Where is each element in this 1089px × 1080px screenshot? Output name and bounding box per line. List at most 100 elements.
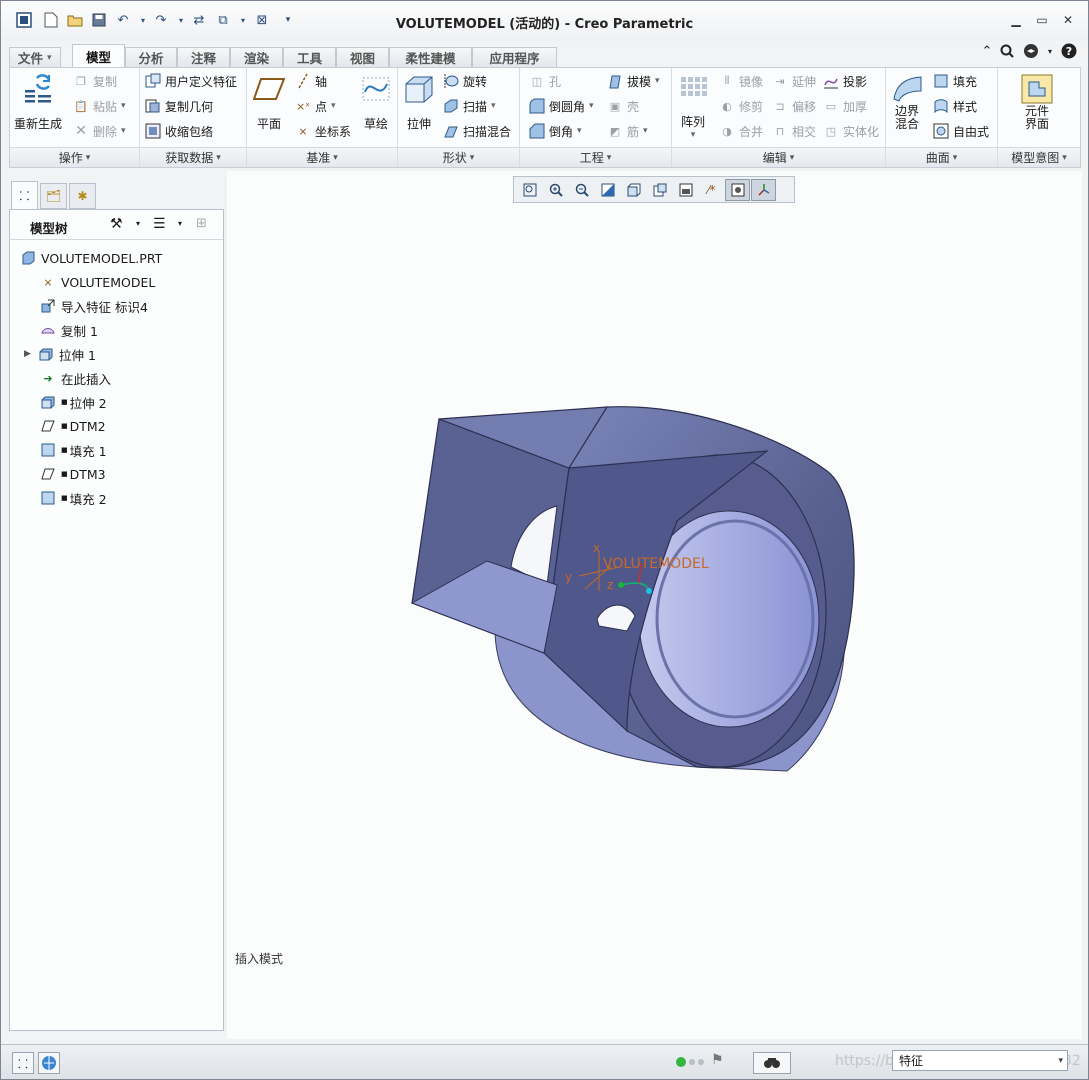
model-intent-group-label[interactable]: 模型意图 [998,147,1080,167]
point-button[interactable]: ×ˣ 点 ▾ [294,96,336,116]
tree-item[interactable]: 导入特征 标识4 [40,295,148,317]
plane-button[interactable]: 平面 [252,73,286,132]
solidify-button[interactable]: ◳ 实体化 [822,121,879,141]
minimize-button[interactable]: ▁ [1006,11,1026,29]
zoom-out-icon[interactable] [569,179,594,201]
datum-display-icon[interactable]: ⁄* [699,179,724,201]
csys-button[interactable]: ⨯ 坐标系 [294,121,351,141]
hole-button[interactable]: ◫ 孔 [528,71,561,91]
surfaces-group-label[interactable]: 曲面 [886,147,997,167]
tab-model[interactable]: 模型 [72,44,125,68]
tree-tools-icon[interactable]: ⚒ [110,216,123,232]
tab-flexible-modeling[interactable]: 柔性建模 [389,47,472,67]
close-button[interactable]: ✕ [1058,11,1078,29]
graphics-window[interactable]: VOLUTEMODEL x y z [227,171,1082,1039]
axis-button[interactable]: 轴 [294,71,327,91]
merge-button[interactable]: ◑ 合并 [718,121,763,141]
intersect-button[interactable]: ⊓ 相交 [771,121,816,141]
offset-button[interactable]: ⊐ 偏移 [771,96,816,116]
find-icon[interactable] [753,1052,791,1074]
rib-button[interactable]: ◩ 筋 ▾ [606,121,648,141]
tree-tools-dropdown-icon[interactable]: ▾ [136,219,140,228]
get-data-group-label[interactable]: 获取数据 [140,147,246,167]
search-icon[interactable] [998,42,1016,60]
show-navigator-icon[interactable]: ⸬ [12,1052,34,1074]
tree-item[interactable]: 复制 1 [40,319,98,341]
delete-button[interactable]: ✕ 删除 ▾ [72,121,125,141]
tab-render[interactable]: 渲染 [230,47,283,67]
tree-item[interactable]: ■ 填充 2 [40,487,107,509]
extend-button[interactable]: ⇥ 延伸 [771,71,816,91]
display-style-icon[interactable] [621,179,646,201]
learning-connector-icon[interactable] [1022,42,1040,60]
tab-analysis[interactable]: 分析 [125,47,177,67]
tree-item[interactable]: VOLUTEMODEL.PRT [20,247,162,269]
tree-item[interactable]: ▶ 拉伸 1 [24,343,96,365]
expand-arrow-icon[interactable]: ▶ [24,349,38,359]
view-manager-icon[interactable] [673,179,698,201]
sketch-button[interactable]: 草绘 [359,73,393,132]
tree-item[interactable]: ➜ 在此插入 [40,367,111,389]
boundary-blend-button[interactable]: 边界 混合 [890,73,924,131]
tab-file[interactable]: 文件 ▾ [9,47,61,67]
tab-model-tree[interactable]: ⸬ [11,181,38,209]
style-icon [932,97,950,115]
show-browser-icon[interactable] [38,1052,60,1074]
selection-filter-dropdown[interactable]: 特征 ▾ [892,1050,1068,1071]
tree-item[interactable]: ⨯ VOLUTEMODEL [40,271,155,293]
trim-button[interactable]: ◐ 修剪 [718,96,763,116]
component-interface-button[interactable]: 元件 界面 [1020,73,1054,131]
sweep-button[interactable]: 扫描 ▾ [442,96,496,116]
tab-tools[interactable]: 工具 [283,47,336,67]
spin-center-icon[interactable] [751,178,776,201]
3d-model-view[interactable]: VOLUTEMODEL x y z [227,171,1082,1039]
extrude-button[interactable]: 拉伸 [402,73,436,132]
shrinkwrap-button[interactable]: 收缩包络 [144,121,213,141]
learning-dropdown-icon[interactable]: ▾ [1041,42,1059,60]
collapse-ribbon-icon[interactable]: ⌃ [978,42,996,60]
tab-annotate[interactable]: 注释 [177,47,230,67]
project-button[interactable]: 投影 [822,71,867,91]
tab-favorites[interactable]: ✱ [69,183,96,209]
operations-group-label[interactable]: 操作 [10,147,139,167]
freestyle-button[interactable]: 自由式 [932,121,989,141]
tree-item[interactable]: ■ DTM2 [40,415,106,437]
regenerate-button[interactable]: 重新生成 [14,73,62,132]
refit-icon[interactable] [517,179,542,201]
tab-view[interactable]: 视图 [336,47,389,67]
style-button[interactable]: 样式 [932,96,977,116]
tab-applications[interactable]: 应用程序 [472,47,557,67]
tree-item[interactable]: ■ 拉伸 2 [40,391,107,413]
maximize-button[interactable]: ▭ [1032,11,1052,29]
zoom-in-icon[interactable] [543,179,568,201]
tree-settings-icon[interactable]: ☰ [153,216,166,232]
editing-group-label[interactable]: 编辑 [672,147,885,167]
paste-button[interactable]: 📋 粘贴 ▾ [72,96,125,116]
engineering-group-label[interactable]: 工程 [520,147,671,167]
tree-filter-icon[interactable]: ⊞ [196,216,207,231]
swept-blend-button[interactable]: 扫描混合 [442,121,511,141]
tab-folder-browser[interactable]: 🗂 [40,183,67,209]
shapes-group-label[interactable]: 形状 [398,147,519,167]
saved-orientations-icon[interactable] [647,179,672,201]
tree-item[interactable]: ■ DTM3 [40,463,106,485]
round-button[interactable]: 倒圆角 ▾ [528,96,594,116]
pattern-button[interactable]: 阵列 ▾ [676,73,710,140]
repaint-icon[interactable] [595,179,620,201]
shell-button[interactable]: ▣ 壳 [606,96,639,116]
revolve-button[interactable]: 旋转 [442,71,487,91]
draft-button[interactable]: 拔模 ▾ [606,71,660,91]
flag-icon[interactable]: ⚑ [711,1052,724,1068]
chamfer-button[interactable]: 倒角 ▾ [528,121,582,141]
fill-button[interactable]: 填充 [932,71,977,91]
copy-geometry-button[interactable]: 复制几何 [144,96,213,116]
mirror-button[interactable]: ⫴ 镜像 [718,71,763,91]
datum-group-label[interactable]: 基准 [247,147,397,167]
thicken-button[interactable]: ▭ 加厚 [822,96,867,116]
help-icon[interactable]: ? [1060,42,1078,60]
annotation-display-icon[interactable] [725,178,750,201]
tree-settings-dropdown-icon[interactable]: ▾ [178,219,182,228]
udf-button[interactable]: 用户定义特征 [144,71,237,91]
copy-button[interactable]: ❐ 复制 [72,71,117,91]
tree-item[interactable]: ■ 填充 1 [40,439,107,461]
